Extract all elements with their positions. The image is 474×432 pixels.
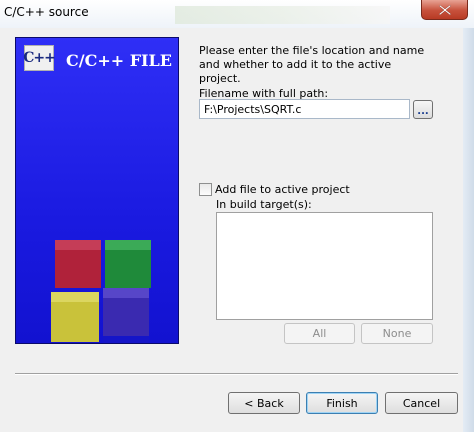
cpp-logo-icon: C++	[23, 45, 56, 71]
browse-button[interactable]: ...	[413, 100, 433, 119]
cubes-graphic-icon	[51, 240, 151, 343]
title-bar: C/C++ source	[0, 0, 474, 28]
build-targets-label: In build target(s):	[216, 198, 312, 211]
add-to-project-checkbox[interactable]	[199, 183, 212, 196]
add-to-project-label[interactable]: Add file to active project	[215, 183, 350, 196]
add-to-project-row[interactable]: Add file to active project	[199, 183, 350, 196]
footer-separator	[15, 373, 458, 375]
wizard-banner: C++ C/C++ FILE	[15, 37, 179, 344]
finish-button[interactable]: Finish	[306, 392, 378, 414]
logo-text: C++	[23, 50, 56, 66]
window-border	[463, 28, 474, 432]
build-targets-list[interactable]	[216, 212, 433, 320]
back-button[interactable]: < Back	[228, 392, 300, 414]
close-icon	[438, 4, 451, 15]
select-none-button[interactable]: None	[361, 323, 433, 344]
banner-caption: C/C++ FILE	[66, 51, 172, 70]
close-button[interactable]	[421, 0, 468, 20]
select-all-button[interactable]: All	[284, 323, 355, 344]
background-window-strip	[175, 6, 390, 24]
window-title: C/C++ source	[4, 5, 89, 19]
instructions-text: Please enter the file's location and nam…	[199, 44, 425, 85]
cancel-button[interactable]: Cancel	[385, 392, 458, 414]
filename-input[interactable]	[199, 99, 410, 119]
